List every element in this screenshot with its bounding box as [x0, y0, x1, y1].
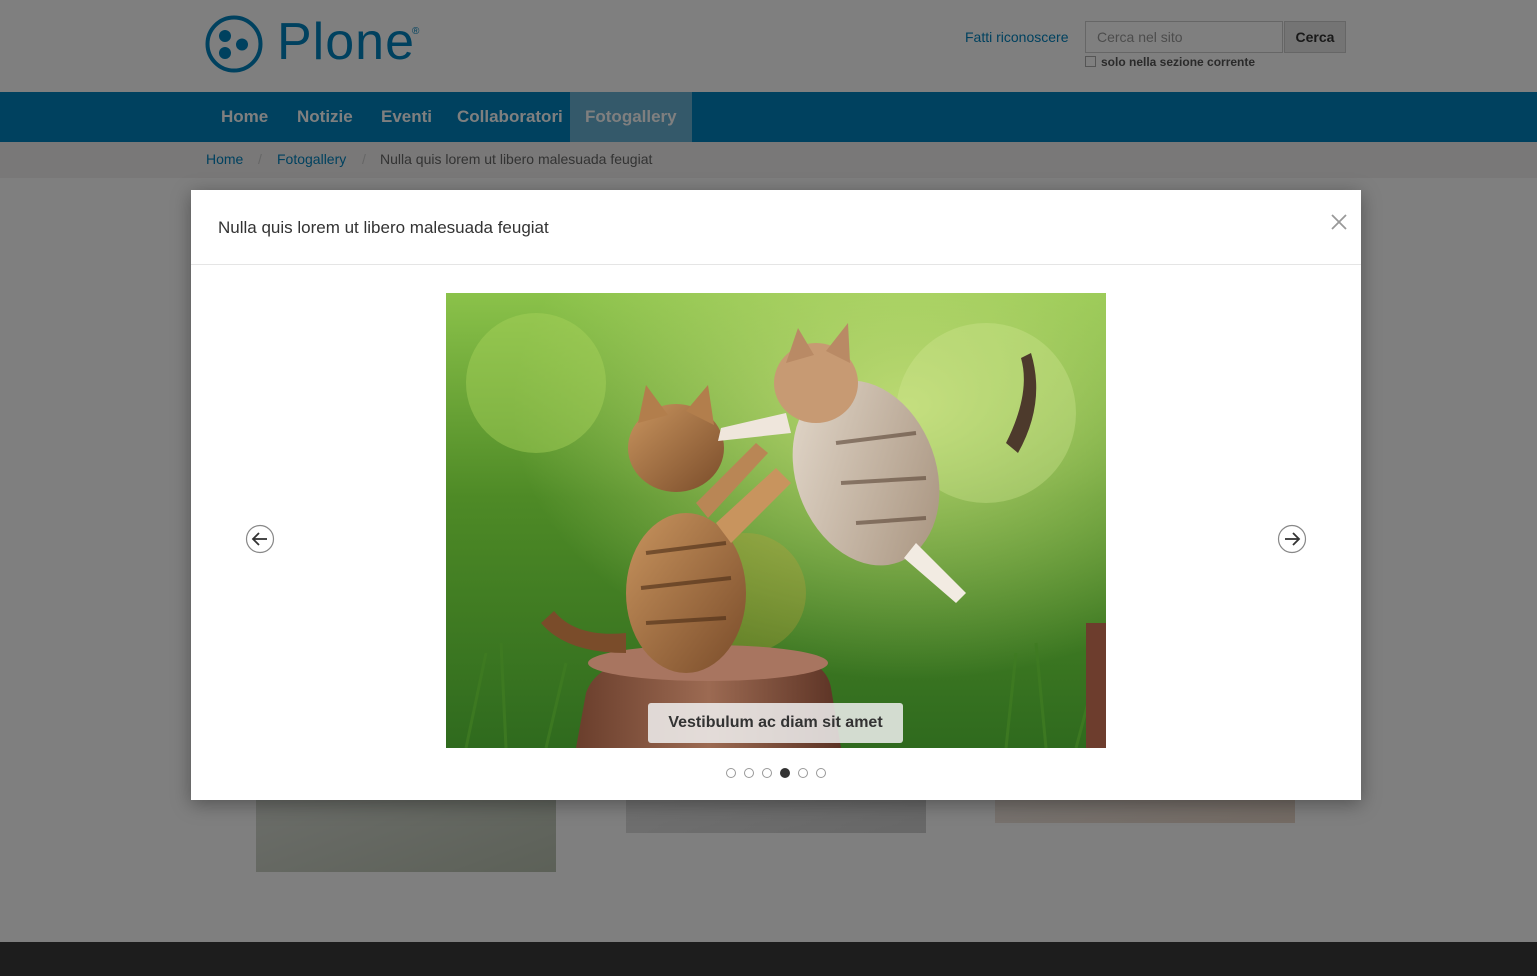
- modal-header: Nulla quis lorem ut libero malesuada feu…: [191, 190, 1361, 265]
- carousel-caption: Vestibulum ac diam sit amet: [648, 703, 903, 743]
- carousel: Vestibulum ac diam sit amet: [191, 266, 1361, 800]
- arrow-right-icon[interactable]: [1277, 524, 1307, 554]
- carousel-image[interactable]: [446, 293, 1106, 748]
- gallery-modal: Nulla quis lorem ut libero malesuada feu…: [191, 190, 1361, 800]
- carousel-dot[interactable]: [762, 768, 772, 778]
- carousel-dot[interactable]: [744, 768, 754, 778]
- carousel-indicators: [191, 768, 1361, 780]
- modal-title: Nulla quis lorem ut libero malesuada feu…: [218, 218, 549, 237]
- arrow-left-icon[interactable]: [245, 524, 275, 554]
- carousel-dot[interactable]: [780, 768, 790, 778]
- kittens-photo: [446, 293, 1106, 748]
- carousel-dot[interactable]: [798, 768, 808, 778]
- carousel-dot[interactable]: [816, 768, 826, 778]
- carousel-dot[interactable]: [726, 768, 736, 778]
- close-icon[interactable]: [1327, 210, 1351, 234]
